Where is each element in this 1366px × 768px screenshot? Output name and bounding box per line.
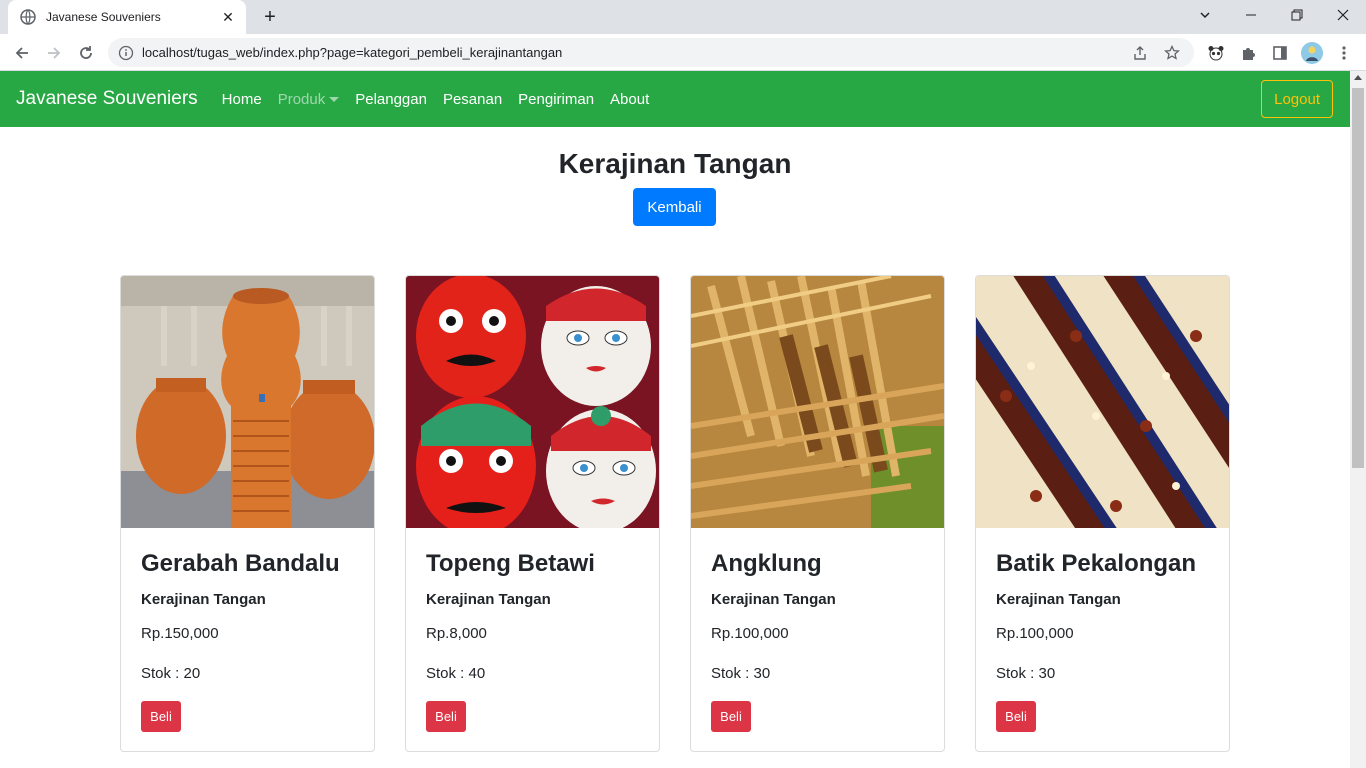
buy-button[interactable]: Beli (711, 701, 751, 732)
product-category: Kerajinan Tangan (996, 591, 1121, 608)
product-name: Batik Pekalongan (996, 550, 1197, 577)
product-name: Angklung (711, 550, 822, 577)
product-name: Topeng Betawi (426, 550, 595, 577)
more-menu-icon[interactable] (1332, 41, 1356, 65)
nav-pelanggan[interactable]: Pelanggan (355, 91, 427, 108)
scroll-up-icon[interactable] (1354, 75, 1362, 80)
product-price: Rp.150,000 (141, 625, 219, 642)
buy-button[interactable]: Beli (996, 701, 1036, 732)
nav-produk-label: Produk (277, 90, 326, 108)
tab-title: Javanese Souveniers (46, 10, 161, 24)
product-price: Rp.8,000 (426, 625, 487, 642)
nav-pesanan[interactable]: Pesanan (443, 91, 502, 108)
back-arrow-icon[interactable] (8, 39, 36, 67)
product-image-batik (976, 276, 1229, 528)
back-button[interactable]: Kembali (633, 188, 716, 226)
product-image-masks (406, 276, 659, 528)
product-name: Gerabah Bandalu (141, 550, 340, 577)
nav-produk-dropdown[interactable]: Produk (278, 91, 340, 108)
product-stock: Stok : 30 (711, 665, 771, 682)
puzzle-extension-icon[interactable] (1236, 41, 1260, 65)
side-panel-icon[interactable] (1268, 41, 1292, 65)
product-card: Topeng Betawi Kerajinan Tangan Rp.8,000 … (405, 275, 660, 752)
site-navbar: Javanese Souveniers Home Produk Pelangga… (0, 71, 1350, 127)
product-image-pottery (121, 276, 374, 528)
browser-tab-bar: Javanese Souveniers ✕ + (0, 0, 1366, 34)
product-image-angklung (691, 276, 944, 528)
buy-button[interactable]: Beli (141, 701, 181, 732)
tab-search-icon[interactable] (1192, 0, 1218, 30)
address-bar[interactable]: localhost/tugas_web/index.php?page=kateg… (108, 38, 1194, 67)
reload-icon[interactable] (72, 39, 100, 67)
globe-icon (20, 9, 36, 25)
product-category: Kerajinan Tangan (426, 591, 551, 608)
product-price: Rp.100,000 (996, 625, 1074, 642)
browser-toolbar: localhost/tugas_web/index.php?page=kateg… (0, 34, 1366, 71)
nav-pengiriman[interactable]: Pengiriman (518, 91, 594, 108)
url-text[interactable]: localhost/tugas_web/index.php?page=kateg… (142, 45, 1130, 60)
product-stock: Stok : 20 (141, 665, 201, 682)
scrollbar-thumb[interactable] (1352, 88, 1364, 468)
product-category: Kerajinan Tangan (711, 591, 836, 608)
close-tab-icon[interactable]: ✕ (220, 9, 236, 26)
page-scrollbar[interactable] (1350, 71, 1366, 768)
panda-extension-icon[interactable] (1204, 41, 1228, 65)
product-stock: Stok : 30 (996, 665, 1056, 682)
brand-link[interactable]: Javanese Souveniers (16, 88, 198, 110)
close-window-icon[interactable] (1320, 0, 1366, 30)
product-card: Gerabah Bandalu Kerajinan Tangan Rp.150,… (120, 275, 375, 752)
product-card: Angklung Kerajinan Tangan Rp.100,000 Sto… (690, 275, 945, 752)
forward-arrow-icon[interactable] (40, 39, 68, 67)
page-title: Kerajinan Tangan (558, 148, 792, 179)
logout-button[interactable]: Logout (1261, 80, 1333, 118)
nav-home[interactable]: Home (222, 91, 262, 108)
minimize-icon[interactable] (1228, 0, 1274, 30)
browser-tab[interactable]: Javanese Souveniers ✕ (8, 0, 246, 34)
product-stock: Stok : 40 (426, 665, 486, 682)
product-category: Kerajinan Tangan (141, 591, 266, 608)
share-icon[interactable] (1130, 43, 1150, 63)
new-tab-icon[interactable]: + (258, 5, 282, 29)
site-info-icon[interactable] (118, 45, 134, 61)
bookmark-star-icon[interactable] (1162, 43, 1182, 63)
restore-icon[interactable] (1274, 0, 1320, 30)
product-price: Rp.100,000 (711, 625, 789, 642)
avatar[interactable] (1300, 41, 1324, 65)
product-card: Batik Pekalongan Kerajinan Tangan Rp.100… (975, 275, 1230, 752)
nav-about[interactable]: About (610, 91, 649, 108)
caret-down-icon (329, 96, 340, 102)
buy-button[interactable]: Beli (426, 701, 466, 732)
